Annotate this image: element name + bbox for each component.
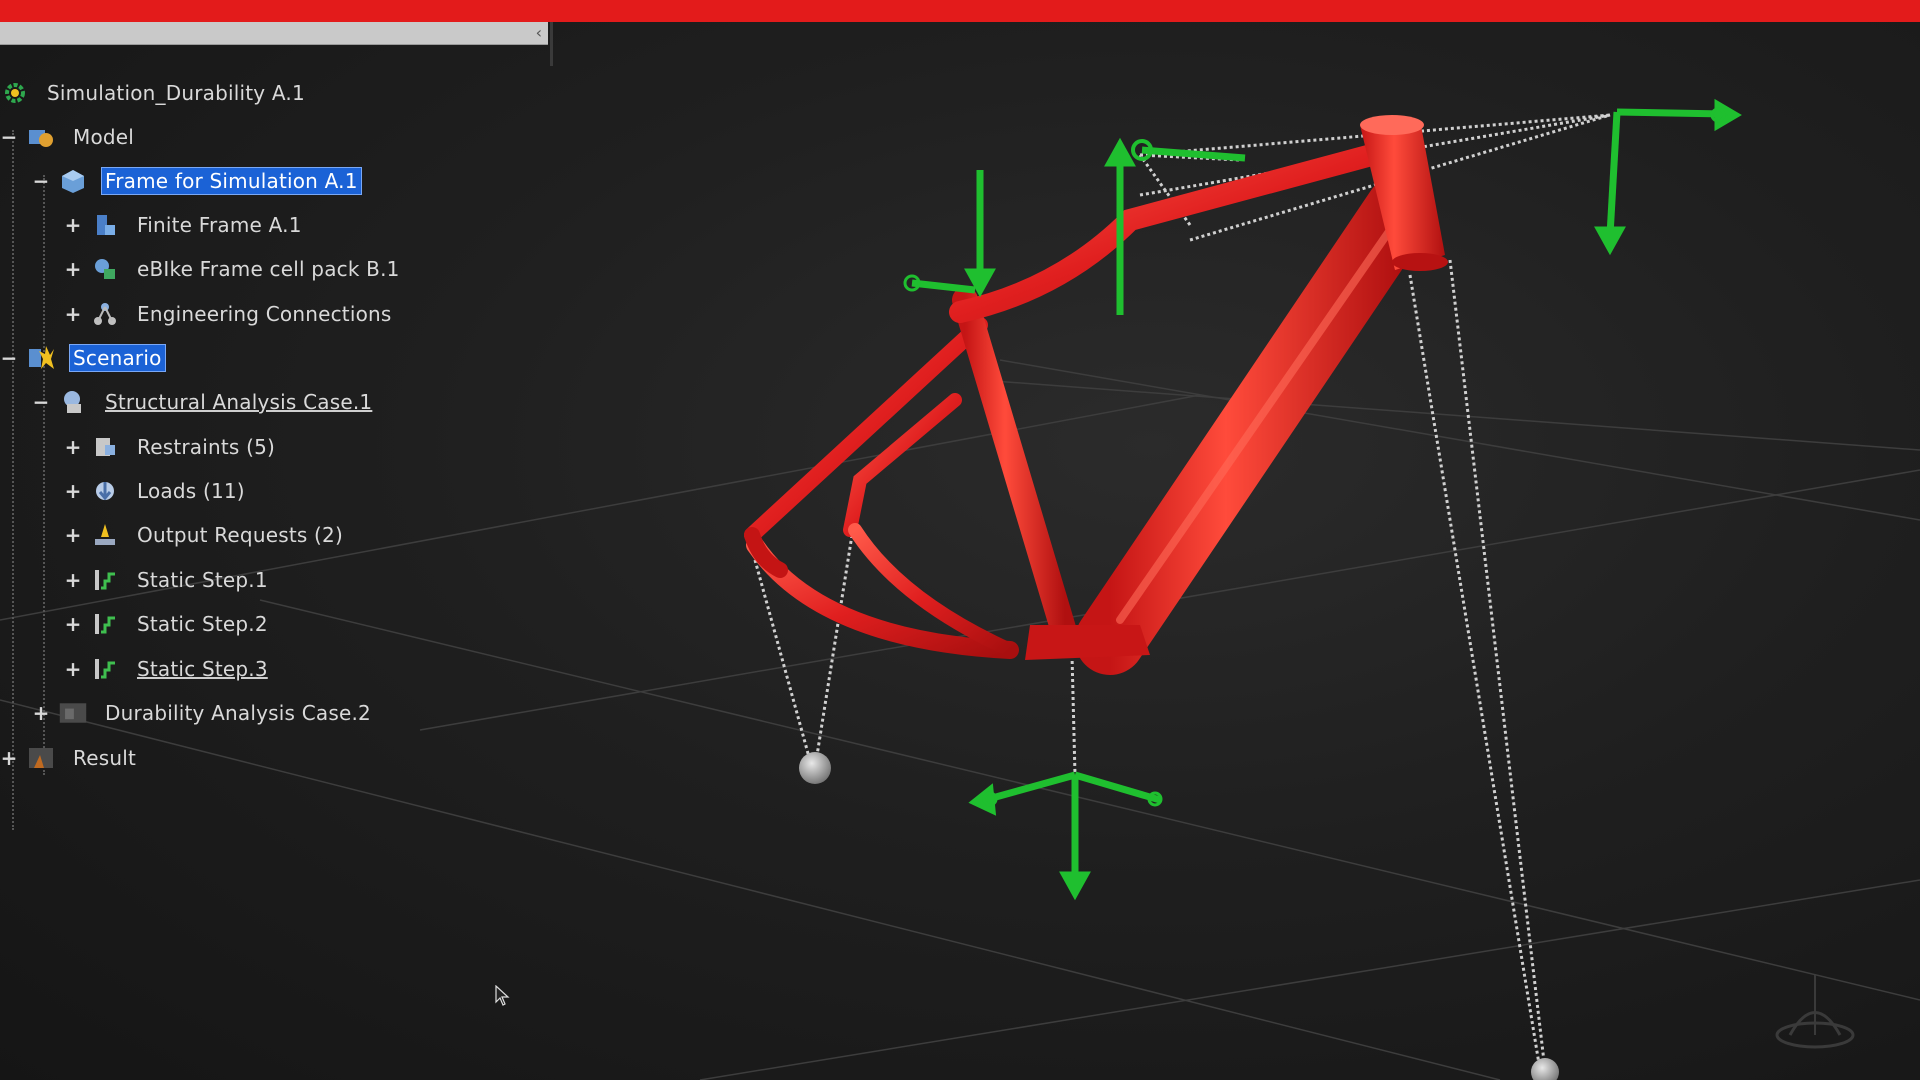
tree-label-static-step-3[interactable]: Static Step.3 [134,656,271,682]
load-icon [90,476,120,506]
tree-label-engineering-connections[interactable]: Engineering Connections [134,301,395,327]
tree-node-engineering-connections[interactable]: + Engineering Connections [64,295,395,333]
tree-label-static-step-2[interactable]: Static Step.2 [134,611,271,637]
tree-node-restraints[interactable]: + Restraints (5) [64,428,278,466]
rear-axle-ball[interactable] [799,752,831,784]
tree-node-root[interactable]: Simulation_Durability A.1 [0,74,308,112]
expand-toggle[interactable]: + [64,525,82,545]
part-icon [90,254,120,284]
product-cube-icon [58,166,88,196]
finite-element-icon [90,210,120,240]
tree-label-root[interactable]: Simulation_Durability A.1 [44,80,308,106]
expand-toggle[interactable]: + [64,304,82,324]
static-step-icon [90,654,120,684]
tree-node-scenario[interactable]: − Scenario [0,339,166,377]
expand-toggle[interactable]: + [0,748,18,768]
tree-label-restraints[interactable]: Restraints (5) [134,434,278,460]
output-request-icon [90,520,120,550]
tree-node-model[interactable]: − Model [0,118,137,156]
tree-label-static-step-1[interactable]: Static Step.1 [134,567,271,593]
expand-toggle[interactable]: + [64,259,82,279]
compass-icon[interactable] [1770,970,1860,1054]
specification-tree-header: ‹ [0,22,548,45]
expand-toggle[interactable]: + [64,659,82,679]
tree-node-static-step-1[interactable]: + Static Step.1 [64,561,271,599]
tree-node-static-step-3[interactable]: + Static Step.3 [64,650,271,688]
front-axle-ball[interactable] [1531,1058,1559,1080]
panel-splitter[interactable] [550,22,553,66]
tree-node-result[interactable]: + Result [0,739,139,777]
model-icon [26,122,56,152]
static-step-icon [90,565,120,595]
bike-frame-model[interactable] [744,115,1448,675]
tree-connector-line [12,130,14,830]
expand-toggle[interactable]: + [64,570,82,590]
tree-label-scenario[interactable]: Scenario [69,344,166,372]
analysis-case-icon [58,387,88,417]
tree-label-durability-analysis-case[interactable]: Durability Analysis Case.2 [102,700,374,726]
tree-node-static-step-2[interactable]: + Static Step.2 [64,605,271,643]
tree-label-loads[interactable]: Loads (11) [134,478,248,504]
tree-node-ebike-cell-pack[interactable]: + eBIke Frame cell pack B.1 [64,250,403,288]
tree-label-model[interactable]: Model [70,124,137,150]
expand-toggle[interactable]: + [64,614,82,634]
expand-toggle[interactable]: + [32,703,50,723]
collapse-toggle[interactable]: − [0,127,18,147]
tree-node-loads[interactable]: + Loads (11) [64,472,248,510]
connections-icon [90,299,120,329]
tree-label-output-requests[interactable]: Output Requests (2) [134,522,346,548]
expand-toggle[interactable]: + [64,215,82,235]
static-step-icon [90,609,120,639]
tree-label-ebike-cell-pack[interactable]: eBIke Frame cell pack B.1 [134,256,403,282]
tree-label-frame-for-simulation[interactable]: Frame for Simulation A.1 [101,167,362,195]
tree-label-finite-frame[interactable]: Finite Frame A.1 [134,212,305,238]
expand-toggle[interactable]: + [64,481,82,501]
tree-label-structural-analysis-case[interactable]: Structural Analysis Case.1 [102,389,375,415]
collapse-toggle[interactable]: − [0,348,18,368]
tree-node-output-requests[interactable]: + Output Requests (2) [64,516,346,554]
tree-node-frame-for-simulation[interactable]: − Frame for Simulation A.1 [32,162,362,200]
restraint-icon [90,432,120,462]
app-window: ‹ Simulation_Durability A.1 − Model − Fr… [0,0,1920,1080]
result-icon [26,743,56,773]
tree-node-finite-frame[interactable]: + Finite Frame A.1 [64,206,305,244]
chevron-left-icon[interactable]: ‹ [536,23,542,43]
top-accent-bar [0,0,1920,22]
tree-connector-line [43,175,45,775]
mouse-pointer-icon [495,984,511,1011]
simulation-gear-icon [0,78,30,108]
collapse-toggle[interactable]: − [32,392,50,412]
scenario-icon [26,343,56,373]
tree-node-durability-analysis-case[interactable]: + Durability Analysis Case.2 [32,694,374,732]
durability-case-icon [58,698,88,728]
tree-node-structural-analysis-case[interactable]: − Structural Analysis Case.1 [32,383,375,421]
expand-toggle[interactable]: + [64,437,82,457]
collapse-toggle[interactable]: − [32,171,50,191]
tree-label-result[interactable]: Result [70,745,139,771]
